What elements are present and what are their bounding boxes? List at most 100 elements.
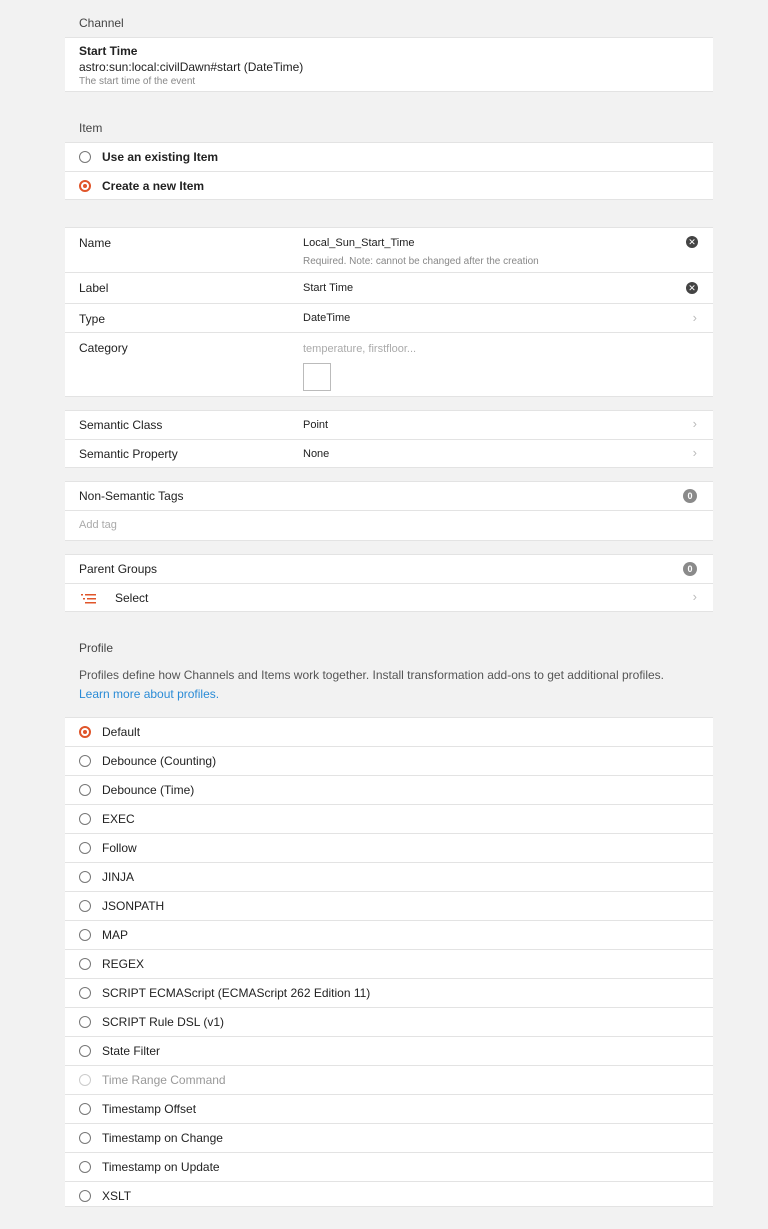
radio-create-new-item[interactable]: Create a new Item xyxy=(65,172,713,201)
category-input[interactable]: temperature, firstfloor... xyxy=(303,343,416,355)
radio-circle[interactable] xyxy=(79,1190,91,1202)
name-label: Name xyxy=(79,236,112,250)
type-value: DateTime xyxy=(303,312,351,324)
clear-icon[interactable]: ✕ xyxy=(686,236,698,248)
radio-circle[interactable] xyxy=(79,180,91,192)
profile-option[interactable]: Default xyxy=(65,718,713,747)
chevron-right-icon: › xyxy=(692,416,697,431)
list-icon xyxy=(81,593,97,605)
type-row[interactable]: Type DateTime › xyxy=(65,304,713,333)
radio-circle[interactable] xyxy=(79,755,91,767)
radio-circle[interactable] xyxy=(79,987,91,999)
profile-option[interactable]: JINJA xyxy=(65,863,713,892)
label-label: Label xyxy=(79,281,109,295)
profile-option[interactable]: XSLT xyxy=(65,1182,713,1211)
radio-label: Create a new Item xyxy=(102,179,205,193)
profile-option[interactable]: EXEC xyxy=(65,805,713,834)
groups-count-badge: 0 xyxy=(683,562,697,576)
profile-option: Time Range Command xyxy=(65,1066,713,1095)
radio-circle[interactable] xyxy=(79,1103,91,1115)
profile-option-label: SCRIPT Rule DSL (v1) xyxy=(102,1015,225,1029)
radio-circle[interactable] xyxy=(79,151,91,163)
radio-use-existing-item[interactable]: Use an existing Item xyxy=(65,143,713,172)
name-hint: Required. Note: cannot be changed after … xyxy=(303,256,539,267)
radio-circle[interactable] xyxy=(79,726,91,738)
profile-option-label: Timestamp Offset xyxy=(102,1102,197,1116)
radio-circle[interactable] xyxy=(79,813,91,825)
type-label: Type xyxy=(79,312,106,326)
groups-select-label: Select xyxy=(115,591,149,605)
profile-option[interactable]: MAP xyxy=(65,921,713,950)
radio-circle[interactable] xyxy=(79,1045,91,1057)
tags-card: Non-Semantic Tags 0 Add tag xyxy=(65,481,713,541)
channel-description: The start time of the event xyxy=(79,76,196,87)
profile-option[interactable]: REGEX xyxy=(65,950,713,979)
profile-option[interactable]: Timestamp on Update xyxy=(65,1153,713,1182)
profile-option-label: MAP xyxy=(102,928,129,942)
tags-label: Non-Semantic Tags xyxy=(79,489,184,503)
profile-option-label: Time Range Command xyxy=(102,1073,226,1087)
profile-options: Default Debounce (Counting) Debounce (Time… xyxy=(65,717,713,1207)
profile-option-label: JSONPATH xyxy=(102,899,165,913)
profile-option[interactable]: Debounce (Counting) xyxy=(65,747,713,776)
semantic-class-row[interactable]: Semantic Class Point › xyxy=(65,411,713,440)
profile-option[interactable]: JSONPATH xyxy=(65,892,713,921)
category-label: Category xyxy=(79,341,128,355)
radio-circle[interactable] xyxy=(79,784,91,796)
radio-circle[interactable] xyxy=(79,900,91,912)
page: Channel Start Time astro:sun:local:civil… xyxy=(0,0,768,1229)
profile-option-label: Follow xyxy=(102,841,137,855)
profile-option[interactable]: Follow xyxy=(65,834,713,863)
category-row: Category temperature, firstfloor... xyxy=(65,333,713,396)
radio-circle[interactable] xyxy=(79,871,91,883)
semantic-property-label: Semantic Property xyxy=(79,447,178,461)
profile-option[interactable]: Debounce (Time) xyxy=(65,776,713,805)
profile-option[interactable]: Timestamp Offset xyxy=(65,1095,713,1124)
profile-option-label: EXEC xyxy=(102,812,135,826)
semantic-property-row[interactable]: Semantic Property None › xyxy=(65,440,713,469)
name-row[interactable]: Name Local_Sun_Start_Time Required. Note… xyxy=(65,228,713,273)
label-row[interactable]: Label Start Time ✕ xyxy=(65,273,713,304)
radio-circle[interactable] xyxy=(79,958,91,970)
clear-icon[interactable]: ✕ xyxy=(686,282,698,294)
profile-option-label: JINJA xyxy=(102,870,135,884)
radio-circle[interactable] xyxy=(79,1016,91,1028)
profile-option-label: Timestamp on Change xyxy=(102,1131,223,1145)
radio-circle[interactable] xyxy=(79,1132,91,1144)
semantic-card: Semantic Class Point › Semantic Property… xyxy=(65,410,713,468)
profile-option-label: State Filter xyxy=(102,1044,161,1058)
profile-option-label: SCRIPT ECMAScript (ECMAScript 262 Editio… xyxy=(102,986,371,1000)
chevron-right-icon: › xyxy=(692,310,697,325)
groups-label: Parent Groups xyxy=(79,562,158,576)
profile-option-label: XSLT xyxy=(102,1189,132,1203)
profile-option-label: Debounce (Time) xyxy=(102,783,195,797)
item-header: Item xyxy=(79,121,103,135)
profile-option-label: REGEX xyxy=(102,957,145,971)
profile-option[interactable]: SCRIPT ECMAScript (ECMAScript 262 Editio… xyxy=(65,979,713,1008)
name-input[interactable]: Local_Sun_Start_Time xyxy=(303,237,415,249)
channel-uid: astro:sun:local:civilDawn#start (DateTim… xyxy=(79,60,304,74)
profile-option-label: Timestamp on Update xyxy=(102,1160,220,1174)
radio-circle[interactable] xyxy=(79,929,91,941)
profile-option-label: Debounce (Counting) xyxy=(102,754,217,768)
radio-circle[interactable] xyxy=(79,842,91,854)
radio-circle xyxy=(79,1074,91,1086)
add-tag-input[interactable]: Add tag xyxy=(79,519,117,531)
channel-title: Start Time xyxy=(79,44,138,58)
radio-circle[interactable] xyxy=(79,1161,91,1173)
channel-card: Start Time astro:sun:local:civilDawn#sta… xyxy=(65,37,713,92)
chevron-right-icon: › xyxy=(692,589,697,604)
category-icon-box[interactable] xyxy=(303,363,331,391)
profile-learn-more-link[interactable]: Learn more about profiles. xyxy=(79,687,219,701)
profile-option[interactable]: State Filter xyxy=(65,1037,713,1066)
tags-count-badge: 0 xyxy=(683,489,697,503)
chevron-right-icon: › xyxy=(692,445,697,460)
label-input[interactable]: Start Time xyxy=(303,282,353,294)
groups-select-row[interactable]: Select › xyxy=(65,584,713,613)
profile-description: Profiles define how Channels and Items w… xyxy=(79,668,664,682)
radio-label: Use an existing Item xyxy=(102,150,219,164)
semantic-class-value: Point xyxy=(303,419,329,431)
profile-option[interactable]: SCRIPT Rule DSL (v1) xyxy=(65,1008,713,1037)
add-tag-row[interactable]: Add tag xyxy=(65,511,713,541)
profile-option[interactable]: Timestamp on Change xyxy=(65,1124,713,1153)
